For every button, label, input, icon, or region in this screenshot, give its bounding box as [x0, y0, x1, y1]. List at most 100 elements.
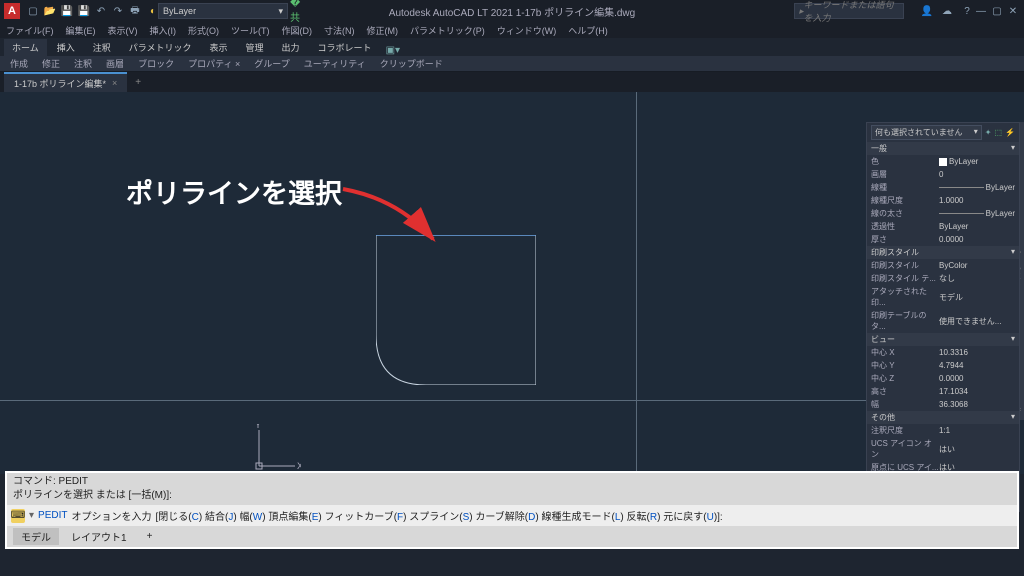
- selection-text: 何も選択されていません: [875, 127, 963, 138]
- prop-row[interactable]: 中心 X10.3316: [867, 346, 1019, 359]
- menu-format[interactable]: 形式(O): [188, 24, 219, 37]
- menu-help[interactable]: ヘルプ(H): [568, 24, 608, 37]
- prop-row[interactable]: 高さ17.1034: [867, 385, 1019, 398]
- prop-row[interactable]: 線種 ByLayer: [867, 181, 1019, 194]
- share-icon[interactable]: �共: [290, 4, 304, 18]
- new-doc-tab[interactable]: +: [127, 74, 149, 91]
- prop-row[interactable]: 印刷スタイル テ...なし: [867, 272, 1019, 285]
- quick-select-icon[interactable]: ⚡: [1005, 128, 1015, 137]
- search-input[interactable]: ▸ キーワードまたは語句を入力: [794, 3, 904, 19]
- cloud-icon[interactable]: ☁: [940, 4, 954, 18]
- layout-tabs: モデル レイアウト1 +: [7, 526, 1017, 547]
- tab-view[interactable]: 表示: [202, 39, 236, 56]
- prop-row[interactable]: 色 ByLayer: [867, 155, 1019, 168]
- layer-combo[interactable]: ByLayer▾: [158, 3, 288, 19]
- command-history: コマンド: PEDIT ポリラインを選択 または [一括(M)]:: [7, 473, 1017, 505]
- prop-row[interactable]: アタッチされた印...モデル: [867, 285, 1019, 309]
- saveas-icon[interactable]: 💾: [77, 4, 91, 18]
- prop-section-view[interactable]: ビュー▾: [867, 333, 1019, 346]
- cmd-option[interactable]: 結合(J): [205, 512, 237, 523]
- cmd-option[interactable]: カーブ解除(D): [475, 512, 538, 523]
- prop-row[interactable]: 画層0: [867, 168, 1019, 181]
- menu-tools[interactable]: ツール(T): [231, 24, 270, 37]
- cmd-option[interactable]: 反転(R): [627, 512, 661, 523]
- panel-clipboard[interactable]: クリップボード: [374, 55, 449, 72]
- prop-row[interactable]: 透過性ByLayer: [867, 220, 1019, 233]
- prop-row[interactable]: 印刷テーブルのタ...使用できません...: [867, 309, 1019, 333]
- panel-create[interactable]: 作成: [4, 55, 34, 72]
- tab-insert[interactable]: 挿入: [49, 39, 83, 56]
- undo-icon[interactable]: ↶: [94, 4, 108, 18]
- new-icon[interactable]: ▢: [26, 4, 40, 18]
- menu-insert[interactable]: 挿入(I): [150, 24, 177, 37]
- prop-row[interactable]: UCS アイコン オンはい: [867, 437, 1019, 461]
- prop-row[interactable]: 線の太さ ByLayer: [867, 207, 1019, 220]
- prop-row[interactable]: 印刷スタイルByColor: [867, 259, 1019, 272]
- panel-properties[interactable]: プロパティ ×: [182, 55, 246, 72]
- menu-draw[interactable]: 作図(D): [282, 24, 313, 37]
- cmd-hist-line: コマンド: PEDIT: [13, 475, 1011, 489]
- panel-block[interactable]: ブロック: [132, 55, 180, 72]
- maximize-button[interactable]: ▢: [990, 4, 1004, 18]
- tab-annotate[interactable]: 注釈: [85, 39, 119, 56]
- app-logo[interactable]: A: [4, 3, 20, 19]
- open-icon[interactable]: 📂: [43, 4, 57, 18]
- panel-utility[interactable]: ユーティリティ: [298, 55, 372, 72]
- menu-window[interactable]: ウィンドウ(W): [497, 24, 557, 37]
- help-icon[interactable]: ?: [960, 4, 974, 18]
- tab-manage[interactable]: 管理: [238, 39, 272, 56]
- cmd-option[interactable]: スプライン(S): [409, 512, 472, 523]
- panel-layer[interactable]: 画層: [100, 55, 130, 72]
- menu-parametric[interactable]: パラメトリック(P): [410, 24, 485, 37]
- cmd-option[interactable]: 線種生成モード(L): [542, 512, 624, 523]
- cmd-dropdown-icon[interactable]: ▾: [29, 510, 34, 521]
- pickadd-icon[interactable]: ✦: [985, 128, 992, 137]
- close-tab-icon[interactable]: ×: [112, 78, 117, 88]
- save-icon[interactable]: 💾: [60, 4, 74, 18]
- layer-combo-text: ByLayer: [163, 6, 196, 16]
- redo-icon[interactable]: ↷: [111, 4, 125, 18]
- menu-view[interactable]: 表示(V): [108, 24, 138, 37]
- cmd-option[interactable]: 元に戻す(U): [663, 512, 717, 523]
- prop-section-other[interactable]: その他▾: [867, 411, 1019, 424]
- prop-row[interactable]: 厚さ0.0000: [867, 233, 1019, 246]
- cmd-option[interactable]: 閉じる(C): [158, 512, 202, 523]
- prop-section-plot[interactable]: 印刷スタイル▾: [867, 246, 1019, 259]
- prop-section-general[interactable]: 一般▾: [867, 142, 1019, 155]
- cmd-option[interactable]: フィットカーブ(F): [325, 512, 407, 523]
- signin-icon[interactable]: 👤: [920, 4, 934, 18]
- selection-combo[interactable]: 何も選択されていません▾: [871, 125, 982, 140]
- menu-dimension[interactable]: 寸法(N): [324, 24, 355, 37]
- tab-home[interactable]: ホーム: [4, 39, 47, 56]
- cmd-options: [閉じる(C) 結合(J) 幅(W) 頂点編集(E) フィットカーブ(F) スプ…: [155, 508, 722, 523]
- prop-row[interactable]: 中心 Y4.7944: [867, 359, 1019, 372]
- prop-row[interactable]: 注釈尺度1:1: [867, 424, 1019, 437]
- prop-row[interactable]: 線種尺度1.0000: [867, 194, 1019, 207]
- command-input-line[interactable]: ⌨ ▾ PEDIT オプションを入力 [閉じる(C) 結合(J) 幅(W) 頂点…: [7, 505, 1017, 526]
- drawing-canvas[interactable]: ポリラインを選択 YX × プロパティ ⚙ 何も選択されていません▾ ✦ ⬚ ⚡…: [0, 92, 1024, 474]
- tab-collaborate[interactable]: コラボレート: [310, 39, 380, 56]
- close-button[interactable]: ✕: [1006, 4, 1020, 18]
- cmd-prompt: オプションを入力: [71, 508, 151, 523]
- prop-row[interactable]: 幅36.3068: [867, 398, 1019, 411]
- model-tab[interactable]: モデル: [13, 528, 59, 545]
- cmd-option[interactable]: 頂点編集(E): [268, 512, 321, 523]
- bulb-icon[interactable]: ◐: [150, 6, 156, 17]
- panel-group[interactable]: グループ: [248, 55, 295, 72]
- layout1-tab[interactable]: レイアウト1: [63, 528, 135, 545]
- select-objects-icon[interactable]: ⬚: [994, 128, 1002, 137]
- add-layout-tab[interactable]: +: [139, 530, 161, 543]
- menu-file[interactable]: ファイル(F): [6, 24, 54, 37]
- document-tab[interactable]: 1-17b ポリライン編集* ×: [4, 72, 127, 93]
- menu-edit[interactable]: 編集(E): [66, 24, 96, 37]
- menu-modify[interactable]: 修正(M): [367, 24, 399, 37]
- title-bar: A ▢ 📂 💾 💾 ↶ ↷ 🖶 ◐ ByLayer▾ �共 Autodesk A…: [0, 0, 1024, 22]
- plot-icon[interactable]: 🖶: [128, 4, 142, 18]
- prop-row[interactable]: 中心 Z0.0000: [867, 372, 1019, 385]
- panel-annotate[interactable]: 注釈: [68, 55, 98, 72]
- minimize-button[interactable]: —: [974, 4, 988, 18]
- tab-parametric[interactable]: パラメトリック: [121, 39, 200, 56]
- tab-output[interactable]: 出力: [274, 39, 308, 56]
- panel-modify[interactable]: 修正: [36, 55, 66, 72]
- cmd-option[interactable]: 幅(W): [239, 512, 265, 523]
